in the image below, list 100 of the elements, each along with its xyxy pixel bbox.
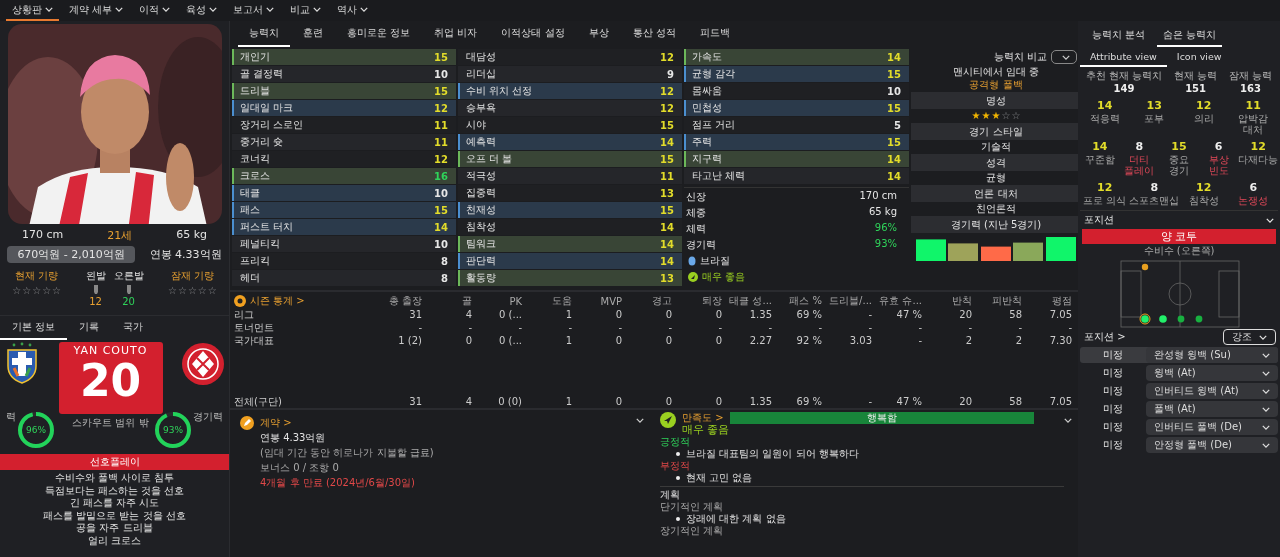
nav-menu[interactable]: 육성	[180, 0, 224, 21]
info-tab[interactable]: 기본 정보	[0, 316, 68, 340]
attribute-value: 14	[660, 255, 674, 267]
tab[interactable]: 능력치 분석	[1086, 25, 1152, 47]
caret-icon	[115, 7, 124, 12]
info-label: 경기력	[686, 238, 716, 252]
nav-menu[interactable]: 이적	[133, 0, 177, 21]
view-tab[interactable]: Icon view	[1166, 47, 1232, 67]
nav-menu[interactable]: 계약 세부	[63, 0, 130, 21]
info-label: 체중	[686, 206, 706, 220]
star-icon: ☆	[52, 285, 62, 296]
table-cell-text: 7.05	[1048, 395, 1072, 408]
attribute-label: 활동량	[466, 271, 496, 285]
attribute-label: 천재성	[466, 203, 496, 217]
role-dropdown[interactable]: 풀백 (At)	[1146, 401, 1278, 417]
attribute-value: 10	[434, 187, 448, 199]
row-label: 전체(구단)	[234, 395, 283, 408]
tab[interactable]: 숨은 능력치	[1157, 25, 1223, 47]
nav-menu[interactable]: 비교	[284, 0, 328, 21]
role-row[interactable]: 미정 안정형 풀백 (De)	[1080, 437, 1278, 453]
attribute-value: 12	[1250, 140, 1266, 153]
table-cell-text: 1	[564, 395, 572, 408]
section-header: 언론 대처	[911, 185, 1081, 202]
foot-label: 왼발	[85, 269, 106, 283]
info-tab[interactable]: 국가	[111, 316, 156, 340]
table-cell-text: 0	[614, 395, 622, 408]
attribute-label: 프로 의식	[1083, 195, 1127, 206]
attribute-value: 10	[887, 85, 901, 97]
nav-menu[interactable]: 역사	[331, 0, 375, 21]
ring-value: 96%	[26, 425, 46, 435]
section-link[interactable]: 계약 >	[260, 416, 434, 430]
preferred-move: 득점보다는 패스하는 것을 선호	[44, 484, 185, 497]
attribute-value: 12	[1196, 181, 1212, 194]
section-link[interactable]: 만족도 >	[682, 412, 724, 424]
dropdown-button[interactable]	[1051, 50, 1077, 64]
role-dropdown[interactable]: 윙백 (At)	[1146, 365, 1278, 381]
role-row[interactable]: 미정 인버티드 윙백 (At)	[1080, 383, 1278, 399]
tab[interactable]: 취업 비자	[423, 23, 489, 47]
table-cell-text: 0 (...	[498, 308, 522, 321]
tab[interactable]: 통산 성적	[621, 23, 687, 47]
table-cell-text: -	[717, 321, 722, 334]
section-header: 경기력 (지난 5경기)	[911, 216, 1081, 233]
tab[interactable]: 부상	[577, 23, 620, 47]
ability-label: 현재 능력	[1174, 69, 1218, 83]
column-header: 경고	[651, 294, 672, 308]
table-cell-text: -	[917, 321, 922, 334]
star-icon: ☆	[42, 285, 52, 296]
attribute-value: 14	[887, 51, 901, 63]
table-cell-text: 0	[664, 334, 672, 347]
attribute-label: 일대일 마크	[240, 101, 294, 115]
player-name-banner: 양 코투	[1082, 229, 1276, 244]
table-cell-text: -	[517, 321, 522, 334]
boot-icon	[125, 284, 132, 295]
tab[interactable]: 능력치	[238, 23, 290, 47]
section-link[interactable]: 포지션 >	[1084, 330, 1126, 344]
info-tab[interactable]: 기록	[67, 316, 112, 340]
filter-dropdown[interactable]: 강조	[1223, 329, 1276, 345]
attribute-value: 13	[1146, 99, 1162, 112]
table-cell-text: 7.30	[1048, 334, 1072, 347]
stats-icon	[234, 295, 246, 307]
attribute-value: 8	[441, 272, 448, 284]
ability-value: 149	[1113, 83, 1135, 94]
ability-value: 151	[1185, 83, 1206, 94]
attribute-value: 12	[1196, 99, 1212, 112]
table-cell-text: 1.35	[748, 395, 772, 408]
star-icon: ☆	[177, 285, 187, 296]
column-header: 유효 슈...	[878, 294, 922, 308]
table-cell-text: 20	[958, 395, 972, 408]
role-row[interactable]: 미정 인버티드 풀백 (De)	[1080, 419, 1278, 435]
attribute-value: 14	[1097, 99, 1113, 112]
role-dropdown[interactable]: 완성형 윙백 (Su)	[1146, 347, 1278, 363]
attribute-label: 골 결정력	[240, 67, 284, 81]
role-dropdown[interactable]: 안정형 풀백 (De)	[1146, 437, 1278, 453]
attribute-label: 가속도	[692, 50, 722, 64]
section-link[interactable]: 시즌 통계 >	[250, 294, 305, 308]
role-row[interactable]: 미정 완성형 윙백 (Su)	[1080, 347, 1278, 363]
ability-label: 현재 기량	[15, 269, 59, 283]
role-row[interactable]: 미정 풀백 (At)	[1080, 401, 1278, 417]
attribute-value: 12	[660, 85, 674, 97]
table-cell-text: -	[867, 321, 872, 334]
role-row[interactable]: 미정 윙백 (At)	[1080, 365, 1278, 381]
tab[interactable]: 이적상태 설정	[490, 23, 576, 47]
column-header: 태클 성...	[728, 294, 772, 308]
caret-icon	[1262, 370, 1270, 376]
nav-menu[interactable]: 보고서	[227, 0, 281, 21]
view-tab[interactable]: Attribute view	[1080, 47, 1167, 67]
preferred-move: 패스를 발밑으로 받는 것을 선호	[43, 509, 186, 522]
table-cell-text: 0	[664, 308, 672, 321]
tab[interactable]: 훈련	[292, 23, 334, 47]
role-dropdown[interactable]: 인버티드 풀백 (De)	[1146, 419, 1278, 435]
star-icon: ☆	[32, 285, 42, 296]
attribute-label: 논쟁성	[1238, 195, 1269, 206]
role-dropdown[interactable]: 인버티드 윙백 (At)	[1146, 383, 1278, 399]
table-cell-text: 4	[464, 395, 472, 408]
section-header: 경기 스타일	[911, 123, 1081, 140]
tab[interactable]: 피드백	[688, 23, 741, 47]
attribute-value: 15	[434, 51, 448, 63]
tab[interactable]: 흥미로운 정보	[336, 23, 422, 47]
table-cell-text: 2	[1014, 334, 1022, 347]
caret-icon	[1061, 54, 1070, 60]
